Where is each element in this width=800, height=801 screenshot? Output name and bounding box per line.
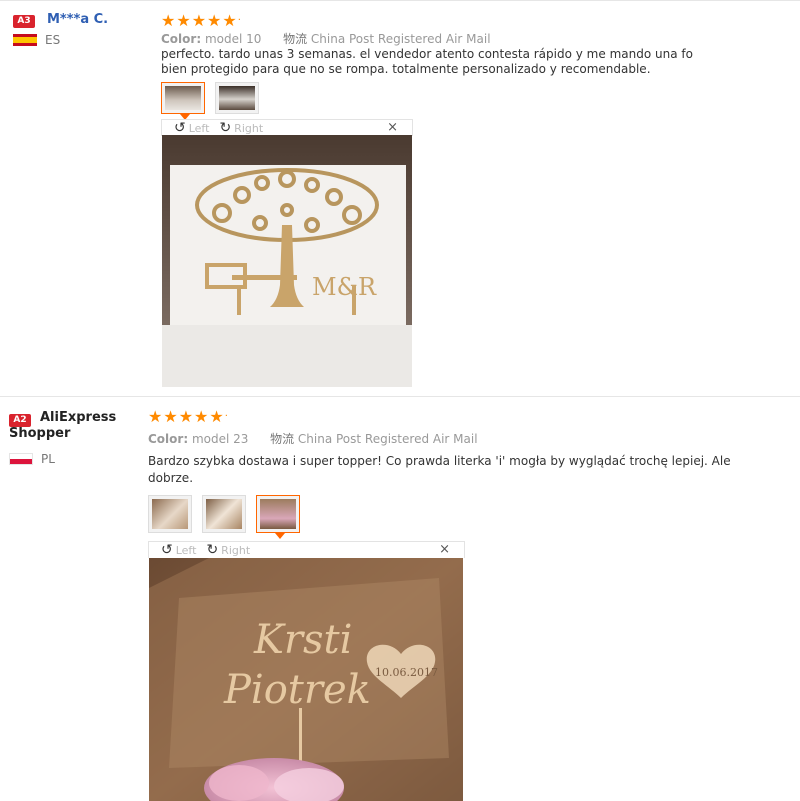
review-item: A2 AliExpress Shopper PL ★ ★ ★ ★ ★ · Col…	[0, 396, 800, 801]
rotate-right-icon: ↻	[206, 542, 219, 558]
star-icon: ★	[209, 407, 224, 426]
rotate-right-button[interactable]: ↻ Right	[219, 121, 263, 135]
color-value: model 23	[191, 432, 249, 446]
order-info: Color: model 10 物流 China Post Registered…	[161, 30, 491, 47]
color-label: Color:	[148, 432, 189, 446]
review-photo: M&R	[162, 135, 412, 387]
photo-cake-topper-names: Krsti Piotrek 10.06.2017	[149, 558, 463, 801]
photo-thumbnail[interactable]	[202, 495, 246, 533]
review-text-line: Bardzo szybka dostawa i super topper! Co…	[148, 454, 731, 468]
reviewer-country: PL	[9, 452, 55, 466]
reviewer-country: ES	[13, 33, 60, 47]
reviewer-name-line: AliExpress	[40, 410, 117, 425]
photo-initials: M&R	[312, 273, 377, 301]
star-icon: ★	[148, 407, 163, 426]
reviewer-name: M***a C.	[47, 12, 109, 27]
photo-thumbnail[interactable]	[148, 495, 192, 533]
photo-date: 10.06.2017	[375, 666, 438, 679]
star-icon: ★	[207, 11, 222, 30]
buyer-level-badge: A3	[13, 15, 35, 28]
order-info: Color: model 23 物流 China Post Registered…	[148, 430, 478, 447]
reviewer-name-line: Shopper	[9, 426, 71, 441]
shipping-value: China Post Registered Air Mail	[297, 432, 478, 446]
photo-thumbnail[interactable]	[161, 82, 205, 120]
photo-name-first: Krsti	[253, 617, 352, 663]
flag-icon	[13, 34, 37, 46]
rotate-left-icon: ↺	[174, 120, 186, 136]
star-icon: ★	[161, 11, 176, 30]
rotate-right-label: Right	[234, 121, 264, 135]
close-icon[interactable]: ×	[387, 120, 398, 136]
star-icon: ★	[163, 407, 178, 426]
photo-thumbnails	[161, 82, 259, 120]
rotate-left-button[interactable]: ↺ Left	[174, 121, 209, 135]
review-photo: Krsti Piotrek 10.06.2017	[149, 558, 463, 801]
shipping-label: 物流	[270, 432, 295, 446]
rotate-left-label: Left	[188, 121, 210, 135]
dot-icon: ·	[224, 411, 228, 422]
star-rating: ★ ★ ★ ★ ★ ·	[148, 409, 228, 425]
photo-thumbnails	[148, 495, 300, 539]
color-label: Color:	[161, 32, 202, 46]
photo-thumbnail[interactable]	[256, 495, 300, 539]
star-icon: ★	[178, 407, 194, 426]
photo-viewer-toolbar: ↺ Left ↻ Right ×	[161, 119, 413, 136]
country-code: ES	[45, 33, 61, 47]
review-item: A3 M***a C. ES ★ ★ ★ ★ ★ · Color: model …	[0, 0, 800, 393]
review-text: perfecto. tardo unas 3 semanas. el vende…	[161, 47, 693, 77]
color-value: model 10	[204, 32, 262, 46]
shipping-label: 物流	[283, 32, 308, 46]
rotate-left-label: Left	[175, 543, 197, 557]
review-text-line: perfecto. tardo unas 3 semanas. el vende…	[161, 47, 693, 61]
close-icon[interactable]: ×	[439, 542, 450, 558]
star-icon: ★	[191, 11, 207, 30]
star-icon: ★	[194, 407, 209, 426]
reviewer-name: AliExpress Shopper	[9, 410, 116, 442]
shipping-value: China Post Registered Air Mail	[310, 32, 491, 46]
photo-cake-topper-tree: M&R	[162, 135, 412, 387]
photo-viewer-toolbar: ↺ Left ↻ Right ×	[148, 541, 465, 558]
review-text-line: dobrze.	[148, 471, 194, 485]
review-text-line: bien protegido para que no se rompa. tot…	[161, 62, 651, 76]
rotate-right-label: Right	[221, 543, 251, 557]
rotate-right-button[interactable]: ↻ Right	[206, 543, 250, 557]
flag-icon	[9, 453, 33, 465]
photo-name-second: Piotrek	[223, 667, 371, 713]
star-rating: ★ ★ ★ ★ ★ ·	[161, 13, 241, 29]
country-code: PL	[41, 452, 55, 466]
review-text: Bardzo szybka dostawa i super topper! Co…	[148, 453, 731, 487]
dot-icon: ·	[237, 15, 241, 26]
star-icon: ★	[222, 11, 237, 30]
rotate-left-button[interactable]: ↺ Left	[161, 543, 196, 557]
star-icon: ★	[176, 11, 191, 30]
rotate-left-icon: ↺	[161, 542, 173, 558]
photo-thumbnail[interactable]	[215, 82, 259, 114]
rotate-right-icon: ↻	[219, 120, 232, 136]
